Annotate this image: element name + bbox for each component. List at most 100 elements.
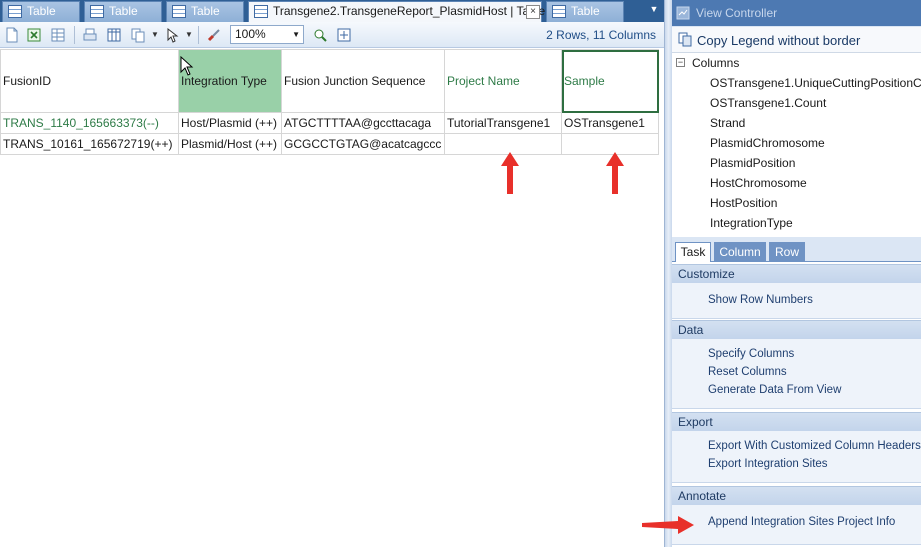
excel-export-icon[interactable]: [26, 27, 42, 43]
view-controller-pane: View Controller Copy Legend without bord…: [672, 0, 921, 547]
annotation-arrow-up-icon: [606, 152, 624, 194]
zoom-value: 100%: [235, 27, 266, 41]
fit-view-icon[interactable]: [336, 27, 352, 43]
annotation-arrow-right-icon: [642, 516, 694, 534]
document-tab-transgene-report[interactable]: Transgene2.TransgeneReport_PlasmidHost |…: [248, 1, 546, 23]
section-body: Specify Columns Reset Columns Generate D…: [672, 339, 921, 409]
document-tab-bar: Table Table Table Transgene2.TransgeneRe…: [0, 0, 664, 23]
task-specify-columns[interactable]: Specify Columns: [672, 345, 921, 363]
table-icon: [172, 5, 186, 18]
task-export-integration-sites[interactable]: Export Integration Sites: [672, 455, 921, 473]
section-body: Export With Customized Column Headers Ex…: [672, 431, 921, 483]
tree-item[interactable]: OSTransgene1.Count: [710, 96, 826, 110]
close-tab-icon[interactable]: ×: [526, 5, 540, 19]
copy-icon[interactable]: [130, 27, 146, 43]
brush-icon[interactable]: [206, 27, 222, 43]
task-export-customized-headers[interactable]: Export With Customized Column Headers: [672, 437, 921, 455]
section-title[interactable]: Export: [672, 412, 921, 431]
section-title[interactable]: Data: [672, 320, 921, 339]
column-chooser-icon[interactable]: [106, 27, 122, 43]
view-controller-tabs: Task Column Row: [672, 238, 921, 262]
table-row[interactable]: TRANS_1140_165663373(--) Host/Plasmid (+…: [0, 112, 659, 134]
table-row[interactable]: TRANS_10161_165672719(++) Plasmid/Host (…: [0, 133, 659, 155]
document-tab-table-1[interactable]: Table: [2, 1, 80, 22]
table-cell[interactable]: GCGCCTGTAG@acatcagccc: [281, 133, 445, 155]
table-cell[interactable]: Host/Plasmid (++): [178, 112, 282, 134]
table-cell[interactable]: Plasmid/Host (++): [178, 133, 282, 155]
tab-list-dropdown-icon[interactable]: ▼: [648, 4, 660, 16]
tree-item[interactable]: HostChromosome: [710, 176, 807, 190]
document-tab-table-3[interactable]: Table: [166, 1, 244, 22]
zoom-in-icon[interactable]: [312, 27, 328, 43]
tree-item[interactable]: Strand: [710, 116, 745, 130]
table-cell[interactable]: ATGCTTTTAA@gccttacaga: [281, 112, 445, 134]
section-title[interactable]: Customize: [672, 264, 921, 283]
section-body: Append Integration Sites Project Info: [672, 505, 921, 545]
table-cell[interactable]: TRANS_10161_165672719(++): [0, 133, 179, 155]
document-tab-label: Table: [191, 4, 220, 18]
document-tab-label: Table: [571, 4, 600, 18]
task-append-integration-sites-project-info[interactable]: Append Integration Sites Project Info: [672, 513, 921, 531]
copy-dropdown-icon[interactable]: ▼: [151, 30, 159, 39]
tree-root-columns[interactable]: Columns: [692, 56, 739, 70]
tree-item[interactable]: OSTransgene1.UniqueCuttingPositionCount: [710, 76, 921, 90]
zoom-select[interactable]: 100% ▼: [230, 25, 304, 44]
table-header-row: FusionID Integration Type Fusion Junctio…: [0, 49, 659, 113]
pane-splitter[interactable]: [664, 0, 672, 547]
column-header-fusion-junction-sequence[interactable]: Fusion Junction Sequence: [281, 49, 445, 113]
data-grid: FusionID Integration Type Fusion Junctio…: [0, 48, 664, 547]
document-tab-label: Table: [109, 4, 138, 18]
toolbar-separator: [74, 26, 75, 44]
copy-legend-button[interactable]: Copy Legend without border: [672, 27, 921, 53]
column-header-project-name[interactable]: Project Name: [444, 49, 562, 113]
table-icon: [8, 5, 22, 18]
table-icon: [90, 5, 104, 18]
task-list: Customize Show Row Numbers Data Specify …: [672, 262, 921, 547]
table-view-pane: Table Table Table Transgene2.TransgeneRe…: [0, 0, 664, 547]
tree-item[interactable]: PlasmidPosition: [710, 156, 795, 170]
results-table: FusionID Integration Type Fusion Junctio…: [0, 49, 659, 155]
table-cell[interactable]: TRANS_1140_165663373(--): [0, 112, 179, 134]
section-title[interactable]: Annotate: [672, 486, 921, 505]
pointer-tool-icon[interactable]: [164, 27, 180, 43]
section-data: Data Specify Columns Reset Columns Gener…: [672, 320, 921, 409]
columns-tree: − Columns OSTransgene1.UniqueCuttingPosi…: [672, 53, 921, 237]
copy-legend-label: Copy Legend without border: [697, 33, 861, 48]
column-header-sample[interactable]: Sample: [561, 49, 659, 113]
tab-row[interactable]: Row: [769, 242, 805, 262]
pointer-dropdown-icon[interactable]: ▼: [185, 30, 193, 39]
section-body: Show Row Numbers: [672, 283, 921, 319]
task-generate-data-from-view[interactable]: Generate Data From View: [672, 381, 921, 399]
table-cell[interactable]: TutorialTransgene1: [444, 112, 562, 134]
tree-item[interactable]: HostPosition: [710, 196, 777, 210]
tree-item[interactable]: PlasmidChromosome: [710, 136, 825, 150]
document-tab-table-5[interactable]: Table: [546, 1, 624, 22]
grid-layout-icon[interactable]: [50, 27, 66, 43]
section-customize: Customize Show Row Numbers: [672, 264, 921, 319]
new-page-icon[interactable]: [4, 27, 20, 43]
mouse-cursor-icon: [180, 56, 194, 76]
row-count-summary: 2 Rows, 11 Columns: [546, 28, 656, 42]
view-controller-header: View Controller: [672, 0, 921, 26]
section-export: Export Export With Customized Column Hea…: [672, 412, 921, 483]
tree-item[interactable]: IntegrationType: [710, 216, 793, 230]
column-header-fusion-id[interactable]: FusionID: [0, 49, 179, 113]
document-tab-label: Transgene2.TransgeneReport_PlasmidHost |…: [273, 4, 546, 18]
collapse-icon[interactable]: −: [676, 58, 685, 67]
table-cell[interactable]: OSTransgene1: [561, 112, 659, 134]
document-tab-table-2[interactable]: Table: [84, 1, 162, 22]
tab-task[interactable]: Task: [675, 242, 711, 262]
toolbar-separator: [198, 26, 199, 44]
view-controller-title: View Controller: [696, 6, 778, 20]
task-reset-columns[interactable]: Reset Columns: [672, 363, 921, 381]
chevron-down-icon: ▼: [292, 30, 300, 39]
view-controller-icon: [676, 6, 690, 20]
task-show-row-numbers[interactable]: Show Row Numbers: [672, 291, 921, 309]
table-icon: [552, 5, 566, 18]
table-toolbar: ▼ ▼ 100% ▼ 2 Rows, 11 Columns: [0, 22, 664, 48]
section-annotate: Annotate Append Integration Sites Projec…: [672, 486, 921, 545]
document-tab-label: Table: [27, 4, 56, 18]
copy-legend-icon: [678, 32, 692, 47]
print-icon[interactable]: [82, 27, 98, 43]
tab-column[interactable]: Column: [714, 242, 766, 262]
